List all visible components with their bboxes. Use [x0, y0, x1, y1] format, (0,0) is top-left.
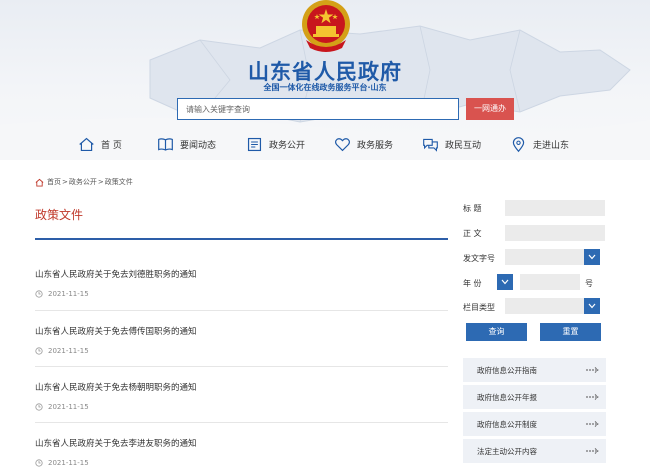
number-input[interactable] [520, 274, 580, 290]
nav-item-gov-open[interactable]: 政务公开 [246, 134, 305, 154]
list-item: 山东省人民政府关于免去李进友职务的通知 2021-11-15 [35, 437, 448, 467]
nav-item-news[interactable]: 要闻动态 [157, 134, 216, 154]
date-text: 2021-11-15 [48, 347, 89, 355]
date-text: 2021-11-15 [48, 459, 89, 467]
chat-icon [423, 138, 438, 152]
nav-label: 政务服务 [357, 140, 394, 151]
title-filter-input[interactable] [505, 200, 605, 216]
arrow-right-icon [586, 394, 599, 400]
list-divider [35, 310, 448, 311]
quick-link-label: 政府信息公开制度 [477, 419, 537, 429]
breadcrumb-separator: > [62, 178, 68, 186]
reset-button[interactable]: 重置 [540, 323, 601, 341]
year-select[interactable] [497, 274, 513, 290]
heart-icon [334, 137, 351, 151]
document-title-link[interactable]: 山东省人民政府关于免去傅传国职务的通知 [35, 325, 448, 337]
chevron-down-icon [497, 274, 513, 290]
quick-link-statutory[interactable]: 法定主动公开内容 [463, 439, 606, 463]
list-item: 山东省人民政府关于免去杨朝明职务的通知 2021-11-15 [35, 381, 448, 411]
section-title: 政策文件 [35, 208, 84, 222]
nav-label: 首 页 [101, 140, 122, 151]
year-label: 年 份 [463, 279, 482, 288]
clock-icon [35, 290, 43, 298]
chevron-down-icon [584, 298, 600, 314]
category-select[interactable] [505, 298, 600, 314]
site-header: 山东省人民政府 全国一体化在线政务服务平台·山东 一网通办 首 页 要闻动态 政… [0, 0, 650, 160]
arrow-right-icon [586, 367, 599, 373]
nav-label: 政民互动 [445, 140, 482, 151]
breadcrumb-separator: > [97, 178, 104, 186]
nav-label: 政务公开 [269, 140, 306, 151]
document-title-link[interactable]: 山东省人民政府关于免去李进友职务的通知 [35, 437, 448, 449]
list-divider [35, 422, 448, 423]
breadcrumb-home[interactable]: 首页 [47, 177, 61, 187]
document-icon [247, 137, 262, 151]
document-date: 2021-11-15 [35, 459, 448, 467]
quick-link-guide[interactable]: 政府信息公开指南 [463, 358, 606, 382]
chevron-down-icon [584, 249, 600, 265]
book-icon [158, 137, 173, 151]
quick-link-label: 政府信息公开指南 [477, 365, 537, 375]
title-filter-label: 标 题 [463, 204, 482, 213]
quick-link-system[interactable]: 政府信息公开制度 [463, 412, 606, 436]
national-emblem-icon [302, 0, 350, 52]
list-divider [35, 366, 448, 367]
query-button[interactable]: 查询 [466, 323, 527, 341]
quick-link-label: 政府信息公开年报 [477, 392, 537, 402]
nav-item-shandong[interactable]: 走进山东 [510, 134, 569, 154]
doc-number-select[interactable] [505, 249, 600, 265]
quick-link-label: 法定主动公开内容 [477, 446, 537, 456]
site-subtitle: 全国一体化在线政务服务平台·山东 [263, 83, 387, 92]
document-date: 2021-11-15 [35, 290, 448, 298]
clock-icon [35, 459, 43, 467]
main-nav: 首 页 要闻动态 政务公开 政务服务 政民互动 走进山东 [0, 134, 650, 154]
number-suffix: 号 [585, 279, 593, 288]
nav-item-home[interactable]: 首 页 [78, 134, 122, 154]
arrow-right-icon [586, 421, 599, 427]
list-item: 山东省人民政府关于免去刘德胜职务的通知 2021-11-15 [35, 268, 448, 298]
clock-icon [35, 403, 43, 411]
clock-icon [35, 347, 43, 355]
document-date: 2021-11-15 [35, 403, 448, 411]
document-date: 2021-11-15 [35, 347, 448, 355]
quick-link-annual-report[interactable]: 政府信息公开年报 [463, 385, 606, 409]
breadcrumb-gov-open[interactable]: 政务公开 [69, 177, 97, 187]
nav-label: 要闻动态 [180, 140, 217, 151]
date-text: 2021-11-15 [48, 403, 89, 411]
category-label: 栏目类型 [463, 303, 495, 312]
content-filter-label: 正 文 [463, 229, 482, 238]
list-item: 山东省人民政府关于免去傅传国职务的通知 2021-11-15 [35, 325, 448, 355]
date-text: 2021-11-15 [48, 290, 89, 298]
breadcrumb: 首页 > 政务公开 > 政策文件 [35, 177, 133, 187]
title-divider [35, 238, 448, 240]
nav-item-interaction[interactable]: 政民互动 [422, 134, 481, 154]
home-icon [35, 178, 44, 187]
nav-label: 走进山东 [533, 140, 570, 151]
search-button[interactable]: 一网通办 [466, 98, 514, 120]
arrow-right-icon [586, 448, 599, 454]
content-filter-input[interactable] [505, 225, 605, 241]
breadcrumb-policy[interactable]: 政策文件 [105, 177, 133, 187]
document-title-link[interactable]: 山东省人民政府关于免去刘德胜职务的通知 [35, 268, 448, 280]
home-icon [79, 137, 94, 151]
document-title-link[interactable]: 山东省人民政府关于免去杨朝明职务的通知 [35, 381, 448, 393]
search-input[interactable] [177, 98, 459, 120]
doc-number-label: 发文字号 [463, 254, 495, 263]
nav-item-gov-service[interactable]: 政务服务 [334, 134, 393, 154]
location-icon [512, 136, 525, 152]
